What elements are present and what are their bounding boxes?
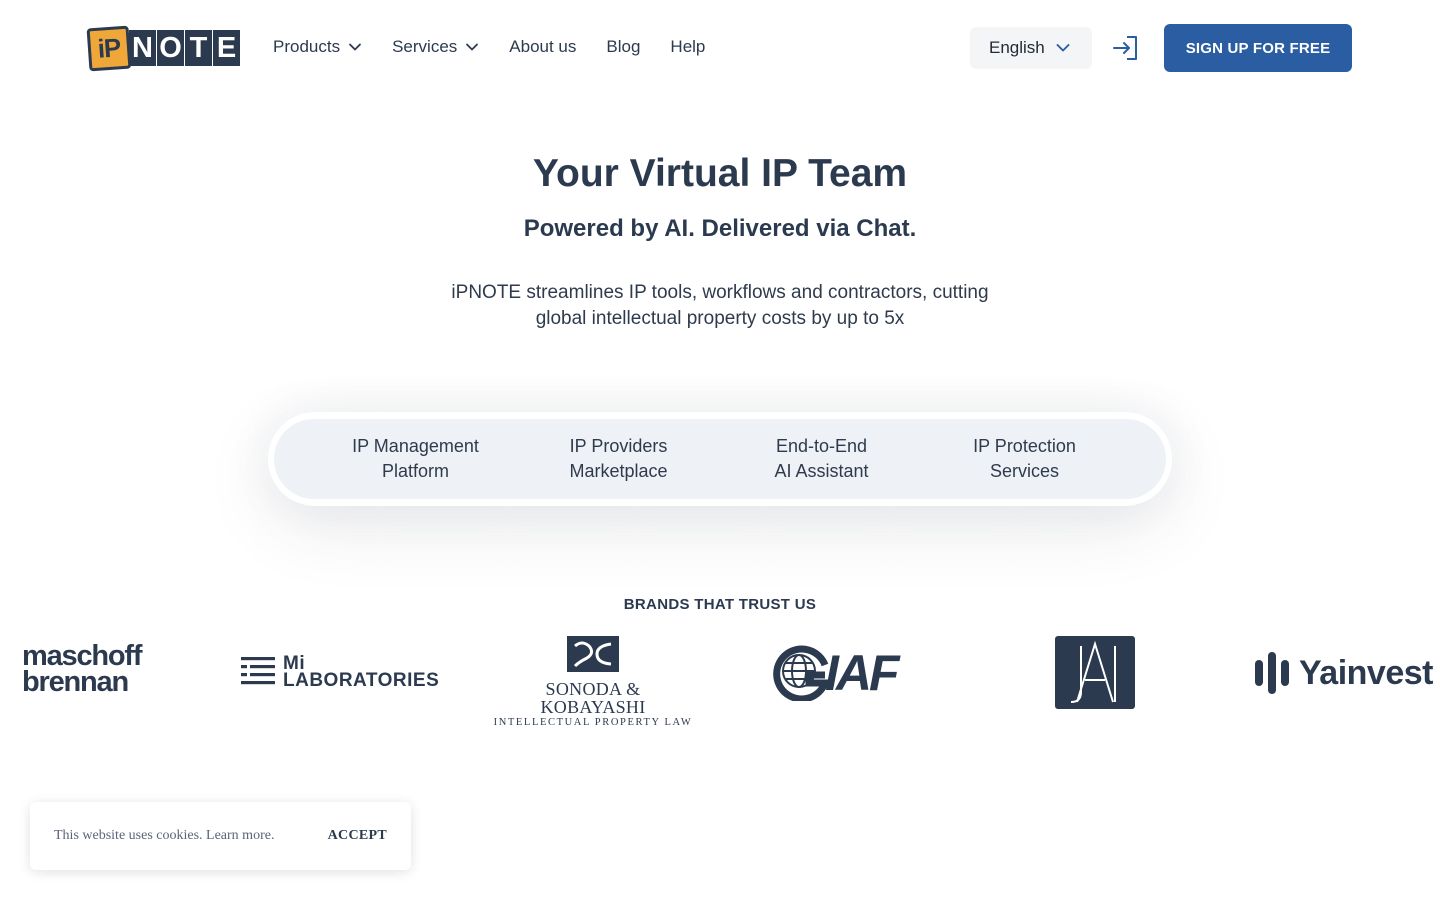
lines-icon (241, 657, 275, 685)
login-icon[interactable] (1112, 34, 1140, 62)
hero-title: Your Virtual IP Team (532, 152, 908, 195)
nav-services-label: Services (392, 37, 458, 56)
brand-logo-maschoff-brennan: maschoff brennan (22, 642, 143, 698)
tab-label-line: AI Assistant (774, 461, 869, 481)
brand-logo-jai (1055, 636, 1135, 709)
signup-button[interactable]: SIGN UP FOR FREE (1164, 24, 1352, 72)
tab-label-line: IP Protection (973, 436, 1076, 456)
tab-ip-management-platform[interactable]: IP Management Platform (321, 434, 511, 484)
tab-label-line: Platform (381, 461, 450, 481)
nav-products-label: Products (273, 37, 341, 56)
language-selector[interactable]: English (970, 27, 1092, 69)
tab-label-line: Marketplace (569, 461, 668, 481)
main-nav: Products Services About us Blog Help (273, 37, 735, 57)
logo-ip-mark: iP (86, 25, 132, 72)
sk-monogram-icon (567, 636, 619, 672)
hero-description: iPNOTE streamlines IP tools, workflows a… (420, 280, 1020, 332)
tab-label-line: End-to-End (775, 436, 868, 456)
hero-subtitle: Powered by AI. Delivered via Chat. (523, 215, 917, 242)
logo-letter: E (213, 30, 240, 66)
tab-ip-providers-marketplace[interactable]: IP Providers Marketplace (524, 434, 714, 484)
language-label: English (989, 38, 1045, 57)
brand-text: SONODA & KOBAYASHI (540, 679, 646, 717)
brand-logo-giaf: IAF (773, 644, 900, 702)
feature-tabs-container: IP Management Platform IP Providers Mark… (268, 412, 1172, 506)
brand-text: brennan (22, 666, 129, 698)
nav-help[interactable]: Help (670, 37, 705, 57)
tab-label-line: IP Providers (569, 436, 668, 456)
globe-icon (773, 645, 829, 701)
nav-services[interactable]: Services (392, 37, 479, 57)
chevron-down-icon (349, 43, 361, 51)
brand-text: IAF (825, 645, 900, 701)
brand-text: Yainvest (1299, 653, 1433, 692)
tab-ai-assistant[interactable]: End-to-End AI Assistant (727, 434, 917, 484)
chevron-down-icon (466, 43, 479, 51)
ipnote-logo[interactable]: iP N O T E (86, 25, 240, 72)
tab-label-line: Services (989, 461, 1060, 481)
feature-tabs: IP Management Platform IP Providers Mark… (274, 419, 1166, 499)
brand-text: Mi LABORATORIES (283, 654, 440, 691)
logo-note-letters: N O T E (128, 30, 240, 70)
nav-products[interactable]: Products (273, 37, 362, 57)
brand-logo-yainvest: Yainvest (1255, 652, 1433, 694)
logo-letter: N (129, 30, 156, 66)
cookie-banner: This website uses cookies. Learn more. A… (30, 802, 411, 870)
brand-text: INTELLECTUAL PROPERTY LAW (493, 717, 693, 728)
hero-description-line: iPNOTE streamlines IP tools, workflows a… (451, 282, 989, 303)
tab-ip-protection-services[interactable]: IP Protection Services (930, 434, 1120, 484)
bars-icon (1255, 652, 1289, 694)
site-header: iP N O T E Products Services About us Bl… (0, 0, 1440, 96)
chevron-down-icon (1056, 44, 1070, 52)
jai-monogram-icon (1057, 638, 1133, 707)
brands-title: BRANDS THAT TRUST US (623, 596, 817, 613)
brand-text-line: LABORATORIES (283, 670, 440, 691)
logo-letter: T (185, 30, 212, 66)
logo-letter: O (157, 30, 184, 66)
cookie-accept-button[interactable]: ACCEPT (328, 828, 387, 844)
nav-about-us[interactable]: About us (509, 37, 576, 57)
cookie-message[interactable]: This website uses cookies. Learn more. (54, 828, 274, 844)
hero-description-line: global intellectual property costs by up… (535, 308, 905, 329)
brand-logo-sonoda-kobayashi: SONODA & KOBAYASHI INTELLECTUAL PROPERTY… (491, 636, 695, 728)
nav-blog[interactable]: Blog (606, 37, 640, 57)
tab-label-line: IP Management (352, 436, 479, 456)
brand-logo-mi-laboratories: Mi LABORATORIES (241, 654, 440, 691)
